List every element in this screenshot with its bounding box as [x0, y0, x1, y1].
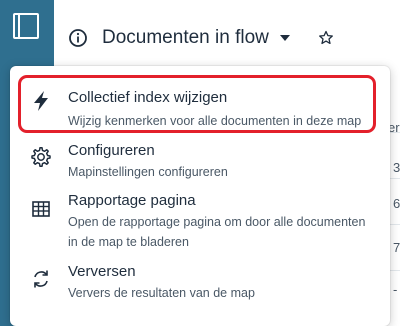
table-icon — [32, 201, 50, 217]
gear-icon — [31, 147, 51, 167]
menu-item-rapportage-pagina[interactable]: Rapportage pagina Open de rapportage pag… — [10, 190, 390, 252]
page-title[interactable]: Documenten in flow — [102, 27, 269, 49]
table-cell: 3 — [393, 160, 400, 175]
table-cell: - — [393, 282, 398, 297]
menu-item-verversen[interactable]: Verversen Ververs de resultaten van de m… — [10, 260, 390, 320]
chevron-down-icon[interactable] — [280, 34, 290, 42]
menu-item-description: Ververs de resultaten van de map — [68, 286, 255, 300]
star-icon[interactable] — [318, 30, 334, 46]
menu-item-title: Rapportage pagina — [68, 192, 196, 209]
table-cell: 6 — [393, 196, 400, 211]
menu-item-title: Verversen — [68, 263, 136, 280]
info-icon[interactable] — [68, 28, 88, 48]
app-logo-icon[interactable] — [13, 13, 39, 39]
menu-item-description: Open de rapportage pagina om door alle d… — [68, 215, 366, 249]
refresh-icon — [34, 270, 48, 288]
highlight-box — [18, 75, 376, 133]
menu-item-configureren[interactable]: Configureren Mapinstellingen configurere… — [10, 138, 390, 198]
menu-item-title: Configureren — [68, 142, 155, 159]
menu-item-description: Mapinstellingen configureren — [68, 165, 228, 179]
table-cell: 7 — [393, 240, 400, 255]
